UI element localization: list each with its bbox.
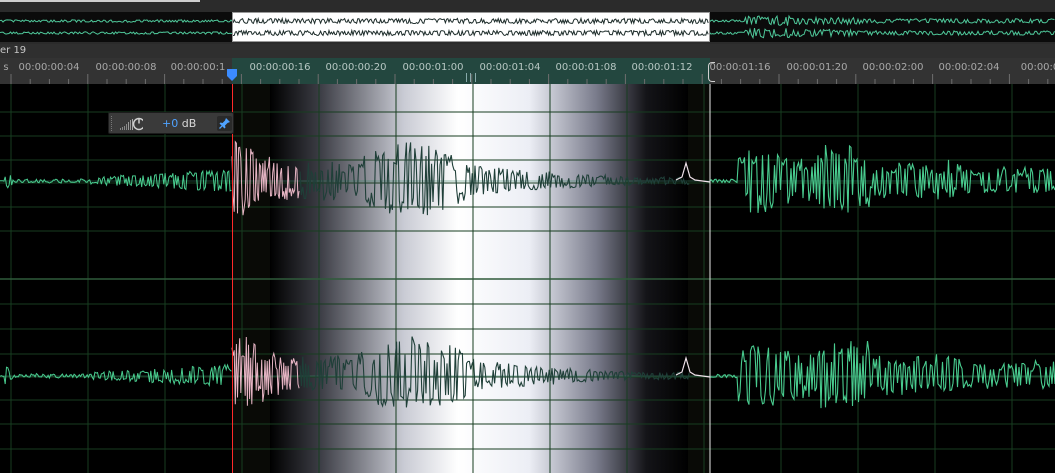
waveform-editor: er 19 s 00:00:00:04 00:00:00:08 00:00:00:1 0… [0, 0, 1055, 473]
level-meter-icon [120, 117, 143, 131]
ruler-tick-label: 00:00:01:16 [709, 62, 771, 73]
ruler-tick-label: s [3, 62, 9, 73]
ruler-tick-label: 00:00:01:20 [786, 62, 848, 73]
marker-track[interactable]: er 19 [0, 44, 1055, 58]
ruler-tick-label: 00:00:01:12 [631, 62, 693, 73]
playhead-handle-icon[interactable] [227, 69, 237, 81]
waveform-display[interactable] [0, 84, 1055, 473]
waveform-path [709, 144, 1055, 213]
ruler-tick-label: 00:00:0 [1020, 62, 1055, 73]
gain-readout[interactable]: +0 dB [162, 116, 196, 131]
marker-label[interactable]: er 19 [0, 44, 26, 58]
timeline-ruler[interactable]: s 00:00:00:04 00:00:00:08 00:00:00:1 00:00:0… [0, 58, 1055, 84]
ruler-tick-label: 00:00:01:00 [402, 62, 464, 73]
hud-panel: +0 dB [108, 112, 234, 134]
hud-grip-icon[interactable] [111, 116, 115, 131]
ruler-tick-label: 00:00:00:08 [95, 62, 157, 73]
ruler-tick-label: 00:00:00:20 [325, 62, 387, 73]
selection-grip-icon[interactable] [466, 73, 476, 82]
overview-visible-range[interactable] [232, 12, 710, 42]
selection-end-handle[interactable] [708, 62, 715, 82]
ruler-tick-label: 00:00:02:00 [862, 62, 924, 73]
ruler-tick-label: 00:00:01:04 [479, 62, 541, 73]
overview-panel[interactable] [0, 0, 1055, 44]
ruler-tick-label: 00:00:00:04 [18, 62, 80, 73]
ruler-tick-label: 00:00:01:08 [555, 62, 617, 73]
ruler-tick-label: 00:00:00:1 [170, 62, 226, 73]
overview-waveform-path-selected [233, 28, 709, 38]
ruler-tick-label: 00:00:02:04 [938, 62, 1000, 73]
gain-value[interactable]: +0 [162, 117, 178, 130]
overview-waveform-path-selected [233, 16, 709, 26]
gain-unit: dB [178, 117, 197, 130]
overview-scrollbar[interactable] [0, 0, 200, 2]
pin-icon[interactable] [217, 116, 232, 131]
waveform-path [709, 341, 1055, 409]
ruler-tick-label: 00:00:00:16 [249, 62, 311, 73]
waveform-path [0, 363, 232, 388]
